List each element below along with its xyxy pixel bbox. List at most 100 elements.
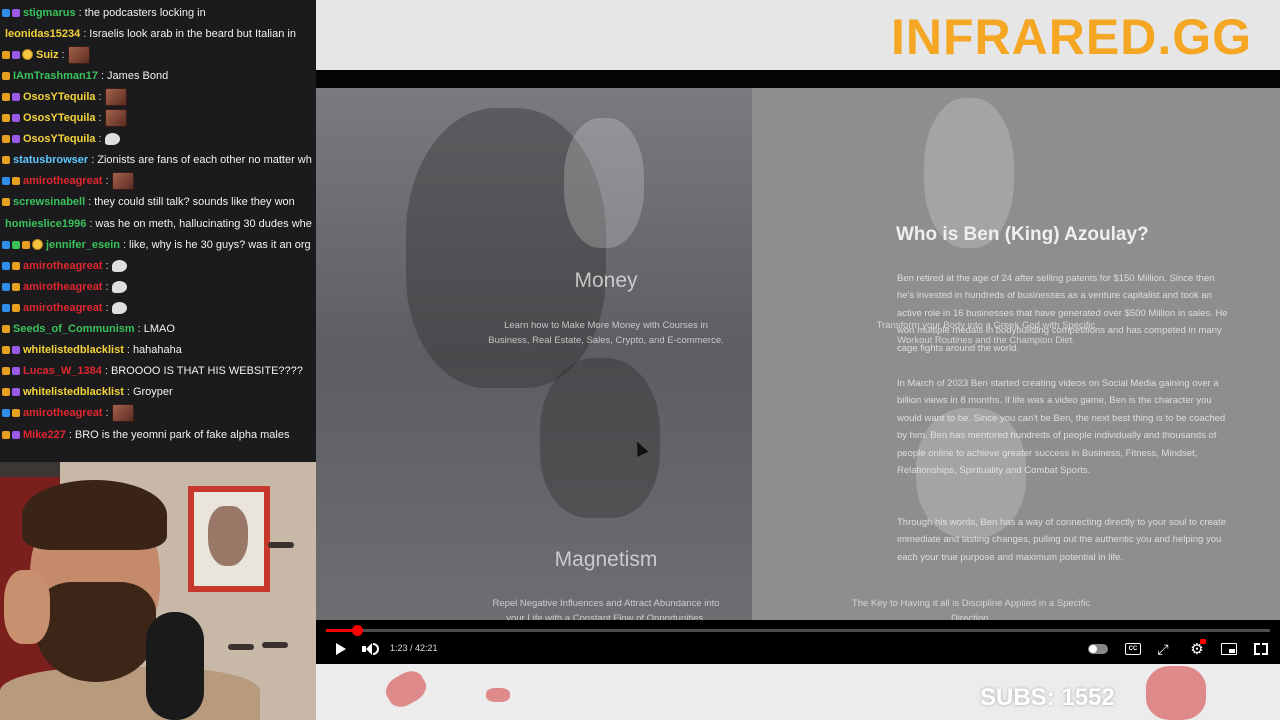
chat-username[interactable]: stigmarus [23, 7, 76, 19]
blue-badge-icon [2, 282, 10, 291]
video-player[interactable]: Money Learn how to Make More Money with … [316, 70, 1280, 664]
paint-splash [381, 666, 431, 712]
chat-badges [0, 198, 10, 207]
fullscreen-icon [1254, 643, 1268, 655]
miniplayer-button[interactable] [1220, 640, 1238, 658]
miniplayer-icon [1221, 643, 1237, 655]
settings-button[interactable]: ⚙ [1188, 639, 1206, 658]
orange-badge-icon [2, 50, 10, 59]
streamer-hand [4, 570, 50, 644]
chat-username[interactable]: whitelistedblacklist [23, 386, 124, 398]
chat-username[interactable]: Lucas_W_1384 [23, 365, 102, 377]
speech-bubble-icon [111, 280, 127, 293]
chat-username[interactable]: Seeds_of_Communism [13, 323, 135, 335]
chat-badges [0, 114, 20, 122]
chat-separator: : [68, 428, 72, 441]
chat-badges [0, 135, 20, 144]
chat-separator: : [105, 407, 109, 420]
streamer-hair [22, 480, 167, 550]
magnetism-desc-line1: Repel Negative Influences and Attract Ab… [492, 598, 720, 609]
chat-text: was he on meth, hallucinating 30 dudes w… [95, 217, 312, 230]
magnetism-desc-line2: your Life with a Constant Flow of Opport… [506, 613, 706, 620]
chat-username[interactable]: screwsinabell [13, 196, 85, 208]
chat-badges [0, 71, 10, 80]
chat-separator: : [78, 6, 82, 19]
chat-username[interactable]: amirotheagreat [23, 260, 102, 272]
chat-separator: : [126, 386, 130, 399]
chat-message: OsosYTequila: [0, 108, 316, 129]
purple-badge-icon [12, 92, 20, 101]
play-button[interactable] [332, 640, 350, 658]
chat-message: Seeds_of_Communism: LMAO [0, 319, 316, 340]
purple-badge-icon [12, 8, 20, 17]
autoplay-toggle-icon [1088, 644, 1108, 654]
volume-icon [361, 643, 379, 655]
orange-badge-icon [22, 240, 30, 249]
chat-username[interactable]: OsosYTequila [23, 112, 96, 124]
chat-username[interactable]: statusbrowser [13, 154, 88, 166]
share-button[interactable]: ⤢ [1154, 640, 1172, 658]
chat-message: amirotheagreat: [0, 255, 316, 276]
speech-bubble-icon [104, 133, 120, 146]
chat-username[interactable]: jennifer_esein [46, 239, 120, 251]
chat-badges [0, 8, 20, 17]
chat-username[interactable]: homieslice1996 [5, 218, 86, 230]
chat-message: IAmTrashman17: James Bond [0, 65, 316, 86]
coin-badge-icon [32, 239, 43, 251]
chat-username[interactable]: amirotheagreat [23, 281, 102, 293]
chat-username[interactable]: IAmTrashman17 [13, 70, 98, 82]
chat-separator: : [105, 175, 109, 188]
blue-badge-icon [2, 303, 10, 312]
chat-message: Mike227: BRO is the yeomni park of fake a… [0, 424, 316, 445]
purple-badge-icon [12, 114, 20, 122]
subs-counter: SUBS: 1552 [980, 684, 1115, 711]
chat-username[interactable]: amirotheagreat [23, 302, 102, 314]
chat-username[interactable]: Suiz [36, 49, 59, 61]
orange-badge-icon [12, 177, 20, 186]
money-desc-line2: Business, Real Estate, Sales, Crypto, an… [488, 335, 724, 346]
chat-separator: : [98, 112, 102, 124]
chat-message: jennifer_esein: like, why is he 30 guys? … [0, 234, 316, 255]
chat-text: Groyper [132, 386, 173, 399]
magnetism-title: Magnetism [554, 548, 658, 571]
chat-username[interactable]: whitelistedblacklist [23, 344, 124, 356]
orange-badge-icon [12, 303, 20, 312]
chat-badges [0, 325, 10, 333]
chat-separator: : [98, 133, 102, 146]
chat-message: Suiz: [0, 44, 316, 65]
orange-badge-icon [2, 325, 10, 333]
chat-message: amirotheagreat: [0, 297, 316, 318]
chat-username[interactable]: leonidas15234 [5, 28, 80, 40]
chat-badges [0, 92, 20, 101]
chat-badges [0, 430, 20, 439]
chat-badges [0, 177, 20, 186]
volume-button[interactable] [360, 640, 380, 658]
chat-badges [0, 409, 20, 418]
progress-bar[interactable] [326, 625, 1270, 636]
chat-username[interactable]: amirotheagreat [23, 407, 102, 419]
chat-username[interactable]: Mike227 [23, 429, 66, 441]
orange-badge-icon [12, 282, 20, 291]
fullscreen-button[interactable] [1252, 640, 1270, 658]
chat-text: BRO is the yeomni park of fake alpha mal… [74, 428, 290, 441]
orange-badge-icon [12, 261, 20, 270]
orange-badge-icon [12, 409, 20, 418]
discipline-desc-line2: Direction. [950, 613, 992, 620]
chat-badges [0, 261, 20, 270]
chat-username[interactable]: OsosYTequila [23, 133, 96, 145]
autoplay-toggle[interactable] [1086, 640, 1110, 658]
chat-message: stigmarus: the podcasters locking in [0, 2, 316, 23]
wall-hook [262, 642, 288, 648]
captions-button[interactable]: CC [1124, 640, 1142, 658]
captions-icon: CC [1125, 643, 1141, 655]
orange-badge-icon [2, 135, 10, 144]
microphone [146, 612, 204, 720]
chat-separator: : [105, 259, 109, 272]
chat-username[interactable]: amirotheagreat [23, 175, 102, 187]
orange-badge-icon [2, 430, 10, 439]
chat-username[interactable]: OsosYTequila [23, 91, 96, 103]
wall-hook [228, 644, 254, 650]
chat-text: Zionists are fans of each other no matte… [97, 154, 312, 167]
brand-logo-text: INFRARED.GG [891, 9, 1252, 65]
video-frame[interactable]: Money Learn how to Make More Money with … [316, 88, 1280, 620]
